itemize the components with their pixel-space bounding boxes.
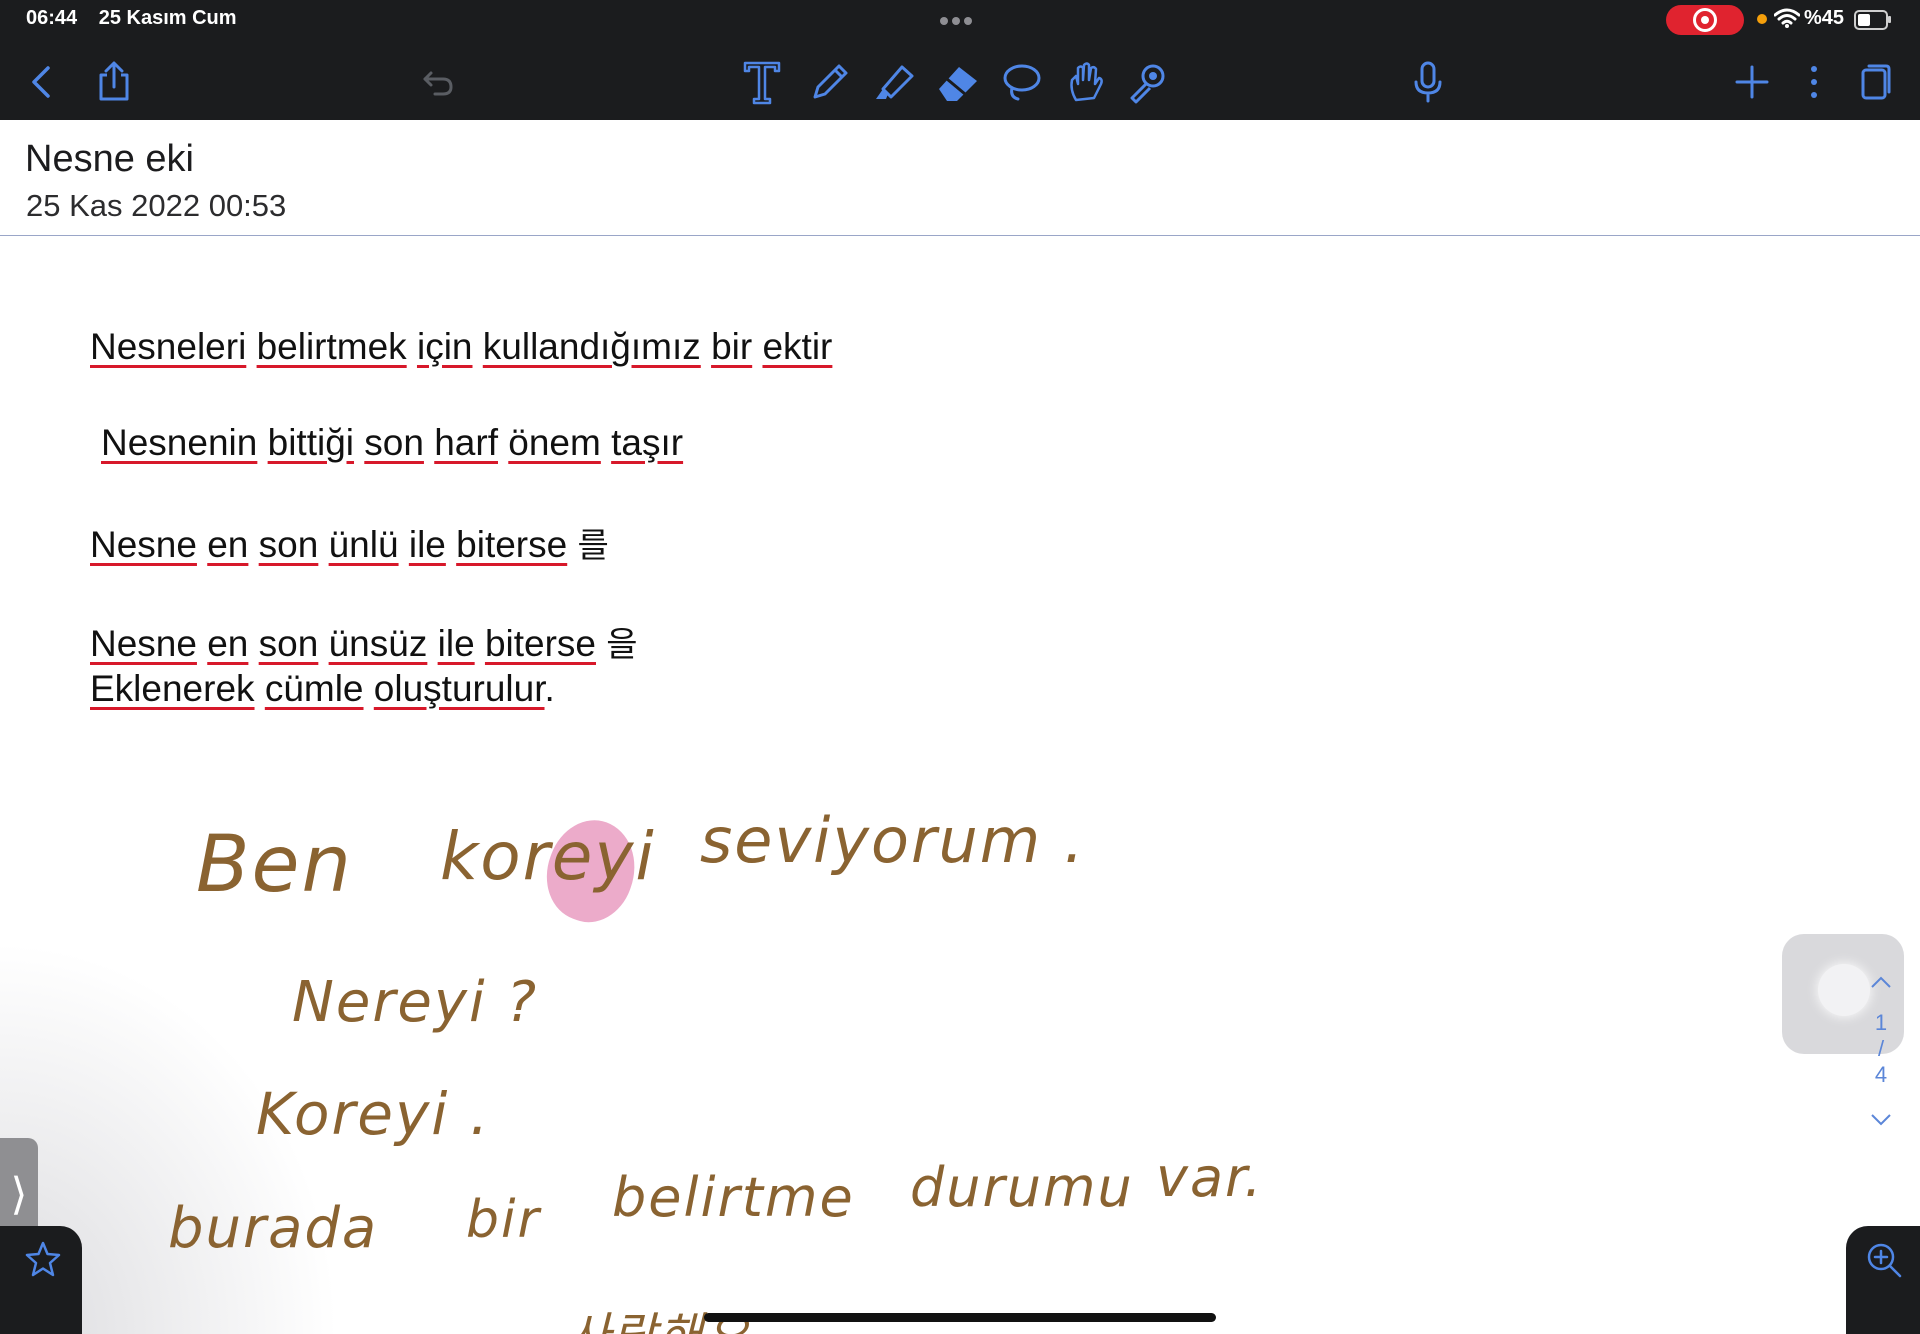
word: Nesne xyxy=(90,524,197,565)
word: ile xyxy=(408,524,446,565)
undo-button[interactable] xyxy=(412,56,464,108)
pen-tool-button[interactable] xyxy=(804,56,856,108)
eraser-tool-button[interactable] xyxy=(932,56,984,108)
word: son xyxy=(258,623,319,664)
page-separator: / xyxy=(1877,1036,1885,1061)
document-header: Nesne eki 25 Kas 2022 00:53 xyxy=(0,120,1920,236)
typed-line-1: Nesneleri belirtmek için kullandığımız b… xyxy=(90,326,832,368)
handwriting-belirtme: belirtme xyxy=(612,1166,855,1229)
word: oluşturulur xyxy=(373,668,545,709)
period: . xyxy=(544,668,555,709)
chevron-down-icon xyxy=(1871,1114,1891,1126)
word: önem xyxy=(508,422,601,463)
share-button[interactable] xyxy=(88,56,140,108)
word: en xyxy=(207,524,249,565)
typed-line-2: Nesnenin bittiği son harf önem taşır xyxy=(101,422,683,464)
handwriting-koreyi: koreyi xyxy=(440,818,656,895)
word: belirtmek xyxy=(256,326,407,367)
pages-icon xyxy=(1861,64,1891,100)
word: son xyxy=(364,422,424,463)
handwriting-seviyorum: seviyorum . xyxy=(700,804,1086,877)
microphone-button[interactable] xyxy=(1402,56,1454,108)
korean-particle: 을 xyxy=(606,625,638,665)
undo-icon xyxy=(423,71,453,96)
word: ektir xyxy=(762,326,833,367)
page-down-button[interactable] xyxy=(1866,1108,1896,1148)
word: ile xyxy=(437,623,475,664)
typed-line-4: Nesne en son ünsüz ile biterse 을 xyxy=(90,617,638,666)
word: ünlü xyxy=(328,524,399,565)
word: ünsüz xyxy=(328,623,428,664)
hand-tool-button[interactable] xyxy=(1060,56,1112,108)
text-tool-icon xyxy=(743,61,781,105)
word: kullandığımız xyxy=(482,326,701,367)
screen-recording-indicator[interactable] xyxy=(1666,5,1744,35)
mic-in-use-dot xyxy=(1757,14,1767,24)
more-button[interactable] xyxy=(1788,56,1840,108)
lasso-tool-button[interactable] xyxy=(996,56,1048,108)
korean-particle: 를 xyxy=(577,526,609,566)
text-tool-button[interactable] xyxy=(736,56,788,108)
handwriting-nereyi: Nereyi ? xyxy=(292,970,539,1035)
wifi-icon xyxy=(1774,8,1800,28)
handwriting-koreyi-answer: Koreyi . xyxy=(256,1080,491,1148)
lasso-icon xyxy=(1003,64,1041,101)
laser-pointer-button[interactable] xyxy=(1122,56,1174,108)
highlighter-icon xyxy=(876,65,914,99)
home-indicator[interactable] xyxy=(704,1313,1216,1322)
typed-line-5: Eklenerek cümle oluşturulur. xyxy=(90,668,555,710)
word: için xyxy=(416,326,473,367)
word: cümle xyxy=(264,668,364,709)
multitasking-dots-icon[interactable] xyxy=(940,12,980,25)
word: Nesne xyxy=(90,623,197,664)
zoom-in-icon xyxy=(1867,1243,1902,1278)
document-title[interactable]: Nesne eki xyxy=(25,138,194,181)
word: biterse xyxy=(456,524,568,565)
laser-pointer-icon xyxy=(1130,64,1165,104)
chevron-left-icon xyxy=(32,66,50,98)
add-button[interactable] xyxy=(1726,56,1778,108)
word: bittiği xyxy=(267,422,355,463)
zoom-corner[interactable] xyxy=(1846,1226,1920,1334)
page-indicator: 1 / 4 xyxy=(1866,970,1896,1148)
word: Eklenerek xyxy=(90,668,255,709)
word: Nesnenin xyxy=(101,422,258,463)
top-bar: 06:44 25 Kasım Cum %45 xyxy=(0,0,1920,120)
star-icon xyxy=(25,1241,61,1277)
microphone-icon xyxy=(1414,61,1442,103)
battery-percent: %45 xyxy=(1804,7,1845,29)
pen-icon xyxy=(813,64,848,99)
word: en xyxy=(207,623,249,664)
word: taşır xyxy=(611,422,684,463)
typed-line-3: Nesne en son ünlü ile biterse 를 xyxy=(90,518,609,567)
word: Nesneleri xyxy=(90,326,247,367)
status-bar: 06:44 25 Kasım Cum xyxy=(26,7,253,30)
plus-icon xyxy=(1735,65,1769,99)
handwriting-ben: Ben xyxy=(196,820,353,910)
handwriting-durumu: durumu xyxy=(910,1156,1134,1219)
eraser-icon xyxy=(939,67,977,101)
handwriting-burada: burada xyxy=(168,1196,379,1261)
handwriting-var: var. xyxy=(1156,1146,1264,1209)
document-date: 25 Kas 2022 00:53 xyxy=(26,188,287,223)
word: harf xyxy=(434,422,498,463)
back-button[interactable] xyxy=(16,56,68,108)
status-time: 06:44 xyxy=(26,7,78,29)
more-icon xyxy=(1811,66,1817,98)
battery-icon xyxy=(1854,10,1891,30)
highlighter-tool-button[interactable] xyxy=(868,56,920,108)
share-icon xyxy=(99,61,129,101)
word: son xyxy=(258,524,319,565)
word: biterse xyxy=(484,623,596,664)
page-current: 1 xyxy=(1874,1010,1888,1035)
hand-icon xyxy=(1070,62,1103,102)
word: bir xyxy=(711,326,753,367)
pages-button[interactable] xyxy=(1850,56,1902,108)
page-up-button[interactable] xyxy=(1866,970,1896,1010)
favorites-corner[interactable] xyxy=(0,1226,82,1334)
chevron-up-icon xyxy=(1871,976,1891,988)
page-total: 4 xyxy=(1874,1062,1888,1087)
handwriting-bir: bir xyxy=(466,1190,541,1250)
status-date: 25 Kasım Cum xyxy=(98,7,237,29)
